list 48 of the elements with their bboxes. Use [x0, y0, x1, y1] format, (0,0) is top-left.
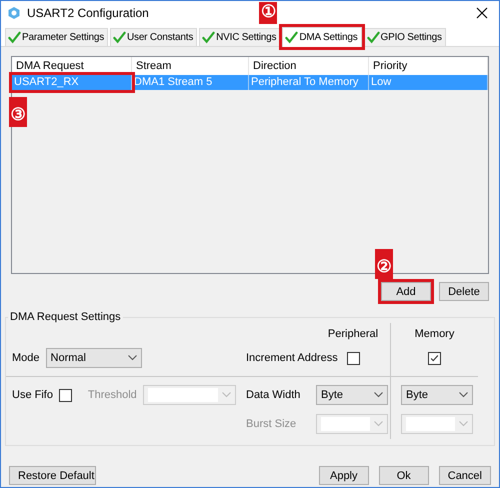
highlight-outline — [378, 279, 434, 304]
checkbox[interactable] — [58, 388, 72, 402]
checkbox[interactable] — [346, 352, 360, 364]
tab[interactable]: NVIC Settings — [199, 28, 280, 46]
caret-icon — [374, 392, 383, 398]
action-button[interactable]: Delete — [439, 282, 489, 301]
table-cell: DMA1 Stream 5 — [132, 75, 249, 90]
field-label: Increment Address — [246, 352, 338, 364]
dropdown[interactable]: Byte — [316, 385, 388, 405]
step-badge: ② — [375, 249, 393, 279]
caret-icon — [459, 392, 468, 398]
table-cell: Peripheral To Memory — [249, 75, 369, 90]
dropdown[interactable]: Normal — [46, 348, 142, 368]
caret-icon — [128, 355, 137, 361]
field-label: Threshold — [88, 389, 137, 401]
step-badge: ③ — [9, 97, 27, 127]
field-label: Use Fifo — [12, 389, 53, 401]
caret-icon — [459, 421, 468, 427]
table-cell: USART2_RX — [12, 75, 132, 90]
tab[interactable]: Parameter Settings — [5, 28, 108, 46]
tab[interactable]: GPIO Settings — [364, 28, 446, 46]
table-cell: Low — [369, 75, 488, 90]
dialog-button[interactable]: Cancel — [438, 466, 491, 485]
action-button[interactable]: Add — [381, 282, 431, 301]
step-badge: ① — [259, 2, 278, 24]
dialog-button[interactable]: Apply — [318, 466, 369, 485]
field-label: Data Width — [246, 389, 300, 401]
check-icon — [202, 31, 216, 44]
field-label: Mode — [12, 352, 40, 364]
checkbox[interactable] — [428, 352, 441, 364]
caret-icon — [374, 421, 383, 427]
column-header: Memory — [414, 328, 456, 340]
check-icon — [113, 31, 126, 44]
group-title: DMA Request Settings — [9, 311, 122, 323]
check-icon — [285, 31, 298, 44]
app-icon — [7, 6, 21, 20]
close-button[interactable] — [475, 6, 489, 20]
caret-icon — [222, 392, 231, 398]
check-icon — [8, 31, 21, 44]
restore-default-button[interactable]: Restore Default — [9, 466, 96, 485]
dropdown[interactable]: Byte — [401, 385, 473, 405]
check-icon — [366, 31, 380, 44]
tab[interactable]: User Constants — [110, 28, 198, 46]
dialog-button[interactable]: Ok — [378, 466, 429, 485]
tab[interactable]: DMA Settings — [282, 27, 362, 47]
window-title: USART2 Configuration — [27, 6, 149, 20]
field-label: Burst Size — [246, 418, 296, 430]
column-header: Peripheral — [326, 328, 380, 340]
